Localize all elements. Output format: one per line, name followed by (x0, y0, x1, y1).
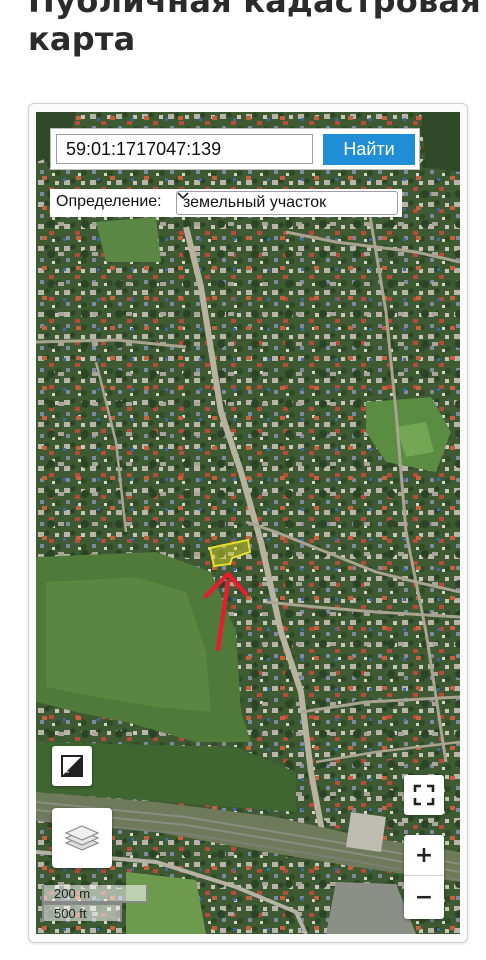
scale-bar: 200 m 500 ft (42, 885, 148, 921)
search-box: Найти (50, 128, 420, 170)
measure-button[interactable] (52, 746, 92, 786)
definition-select[interactable]: земельный участок (176, 191, 398, 215)
zoom-control: + − (404, 835, 444, 919)
map-card: Найти Определение: земельный участок (28, 103, 468, 943)
cadastral-number-input[interactable] (56, 134, 313, 164)
definition-label: Определение: (56, 193, 162, 210)
definition-row: Определение: земельный участок (50, 189, 402, 217)
layers-icon (64, 825, 100, 851)
page-title-line-2: карта (28, 20, 136, 58)
fullscreen-button[interactable] (404, 775, 444, 815)
map-view[interactable]: Найти Определение: земельный участок (36, 112, 460, 934)
scale-imperial: 500 ft (42, 903, 122, 921)
scale-metric: 200 m (42, 885, 148, 903)
fullscreen-icon (413, 784, 435, 806)
find-button[interactable]: Найти (323, 134, 415, 165)
chevron-down-icon (177, 192, 189, 200)
layers-button[interactable] (52, 808, 112, 868)
zoom-out-button[interactable]: − (404, 877, 444, 918)
ruler-icon (61, 755, 83, 777)
definition-selected-value: земельный участок (183, 194, 327, 211)
zoom-in-button[interactable]: + (404, 835, 444, 876)
page-title: Публичная кадастровая карта (28, 0, 481, 58)
page-title-line-1: Публичная кадастровая (28, 0, 481, 20)
